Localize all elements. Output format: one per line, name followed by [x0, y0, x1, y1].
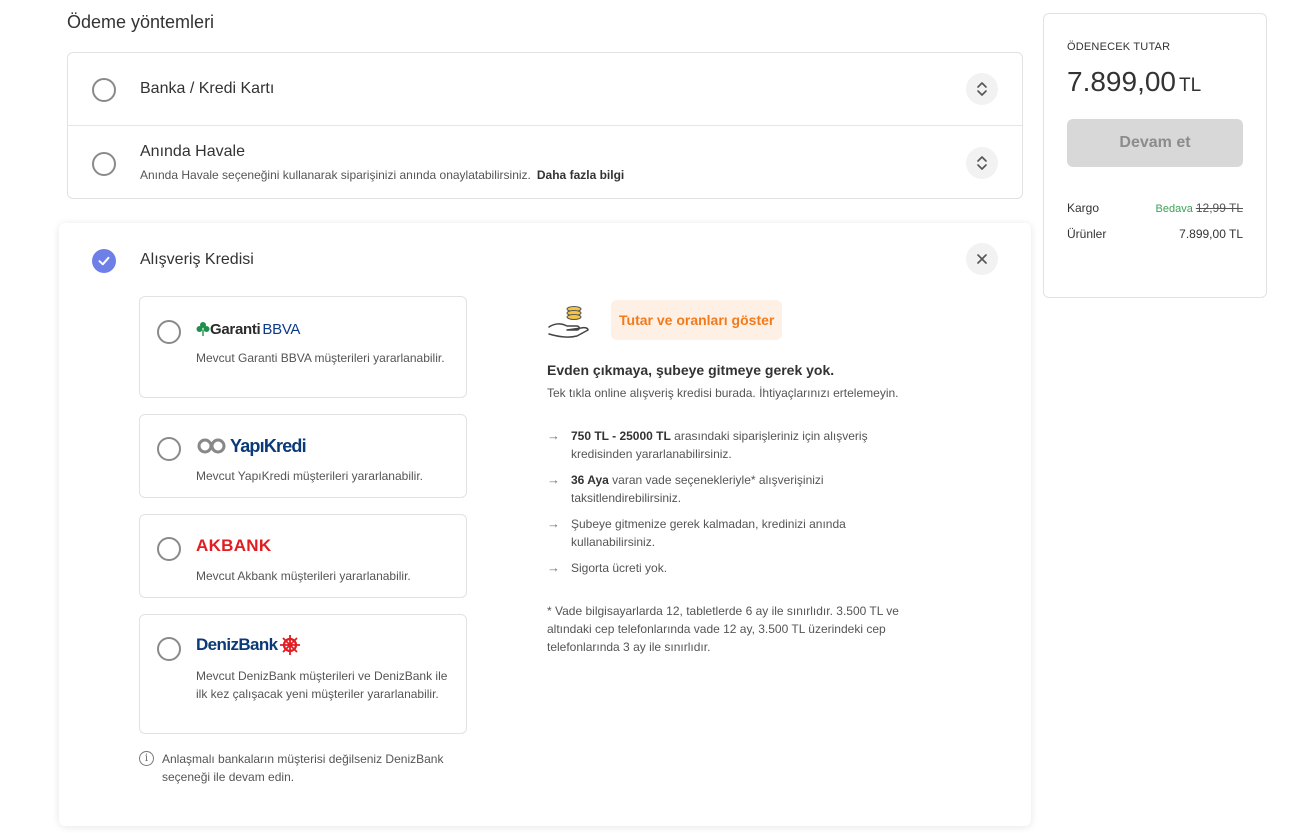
garanti-radio[interactable]: [157, 320, 181, 344]
yapikredi-logo-text: YapıKredi: [230, 435, 307, 456]
total-currency: TL: [1179, 75, 1202, 96]
clover-icon: [196, 322, 210, 336]
denizbank-radio[interactable]: [157, 637, 181, 661]
total-label: ÖDENECEK TUTAR: [1067, 41, 1171, 53]
show-rates-button[interactable]: Tutar ve oranları göster: [611, 300, 783, 340]
ship-wheel-icon: [279, 635, 300, 655]
arrow-right-icon: →: [547, 560, 560, 575]
coins-hand-icon: [548, 306, 589, 338]
payment-methods-card: Banka / Kredi Kartı Anında Havale Anında…: [67, 52, 1023, 199]
cargo-label: Kargo: [1067, 201, 1100, 215]
cargo-old-price: 12,99 TL: [1195, 201, 1243, 215]
akbank-radio[interactable]: [157, 537, 181, 561]
cargo-row: Kargo Bedava 12,99 TL: [1067, 201, 1243, 215]
benefit-text: varan vade seçenekleriyle* alışverişiniz…: [571, 473, 824, 505]
shopping-credit-card: Alışveriş Kredisi Garanti BBVA Mevcut Gar…: [59, 223, 1031, 826]
cargo-free-badge: Bedava: [1155, 203, 1193, 215]
yapikredi-radio[interactable]: [157, 437, 181, 461]
check-icon[interactable]: [92, 249, 116, 273]
continue-button[interactable]: Devam et: [1067, 119, 1243, 167]
denizbank-logo-text: DenizBank: [196, 635, 278, 654]
instant-transfer-radio[interactable]: [92, 152, 116, 176]
credit-title: Alışveriş Kredisi: [140, 251, 254, 268]
bank-option-akbank[interactable]: AKBANK Mevcut Akbank müşterileri yararla…: [139, 514, 467, 598]
arrow-right-icon: →: [547, 516, 560, 531]
benefit-text: Sigorta ücreti yok.: [571, 561, 668, 575]
items-value: 7.899,00 TL: [1179, 227, 1243, 241]
bank-description: Mevcut DenizBank müşterileri ve DenizBan…: [196, 669, 448, 701]
info-note-text: Anlaşmalı bankaların müşterisi değilseni…: [162, 752, 444, 784]
items-label: Ürünler: [1067, 227, 1107, 241]
total-amount: 7.899,00 TL: [1067, 66, 1201, 98]
items-row: Ürünler 7.899,00 TL: [1067, 227, 1243, 241]
bbva-logo-text: BBVA: [262, 320, 301, 338]
akbank-logo: AKBANK: [196, 536, 271, 556]
bank-description: Mevcut YapıKredi müşterileri yararlanabi…: [196, 469, 423, 483]
card-payment-radio[interactable]: [92, 78, 116, 102]
chevron-up-down-icon[interactable]: [966, 73, 998, 105]
benefit-bold: 750 TL - 25000 TL: [571, 429, 671, 443]
chevron-up-down-icon[interactable]: [966, 147, 998, 179]
garanti-logo: Garanti BBVA: [196, 319, 300, 339]
bank-option-yapikredi[interactable]: YapıKredi Mevcut YapıKredi müşterileri y…: [139, 414, 467, 498]
method-card-payment[interactable]: Banka / Kredi Kartı: [68, 53, 1022, 126]
denizbank-logo: DenizBank: [196, 635, 301, 655]
info-icon: i: [139, 751, 154, 766]
garanti-logo-text: Garanti: [210, 320, 261, 338]
more-info-link[interactable]: Daha fazla bilgi: [537, 168, 624, 182]
order-summary: ÖDENECEK TUTAR 7.899,00 TL Devam et Kargo…: [1043, 13, 1267, 298]
promo-subline: Tek tıkla online alışveriş kredisi burad…: [547, 386, 899, 400]
total-amount-value: 7.899,00: [1067, 66, 1176, 97]
yapikredi-symbol-icon: [197, 438, 226, 454]
arrow-right-icon: →: [547, 428, 560, 443]
bank-description: Mevcut Garanti BBVA müşterileri yararlan…: [196, 351, 445, 365]
bank-option-garanti[interactable]: Garanti BBVA Mevcut Garanti BBVA müşteril…: [139, 296, 467, 398]
yapikredi-logo: YapıKredi: [196, 435, 307, 456]
akbank-logo-text: AKBANK: [196, 536, 272, 555]
method-title: Anında Havale: [140, 143, 245, 160]
benefit-text: Şubeye gitmenize gerek kalmadan, kredini…: [571, 517, 846, 549]
promo-footnote: * Vade bilgisayarlarda 12, tabletlerde 6…: [547, 604, 899, 654]
page-title: Ödeme yöntemleri: [67, 12, 215, 32]
method-instant-transfer[interactable]: Anında Havale Anında Havale seçeneğini k…: [68, 126, 1022, 199]
method-description: Anında Havale seçeneğini kullanarak sipa…: [140, 168, 624, 182]
method-title: Banka / Kredi Kartı: [140, 80, 275, 97]
promo-headline: Evden çıkmaya, şubeye gitmeye gerek yok.: [547, 362, 835, 378]
description-text: Anında Havale seçeneğini kullanarak sipa…: [140, 168, 531, 182]
arrow-right-icon: →: [547, 472, 560, 487]
bank-description: Mevcut Akbank müşterileri yararlanabilir…: [196, 569, 411, 583]
close-icon[interactable]: [966, 243, 998, 275]
bank-option-denizbank[interactable]: DenizBank Mevcut DenizBank müşterileri v…: [139, 614, 467, 734]
benefit-bold: 36 Aya: [571, 473, 609, 487]
